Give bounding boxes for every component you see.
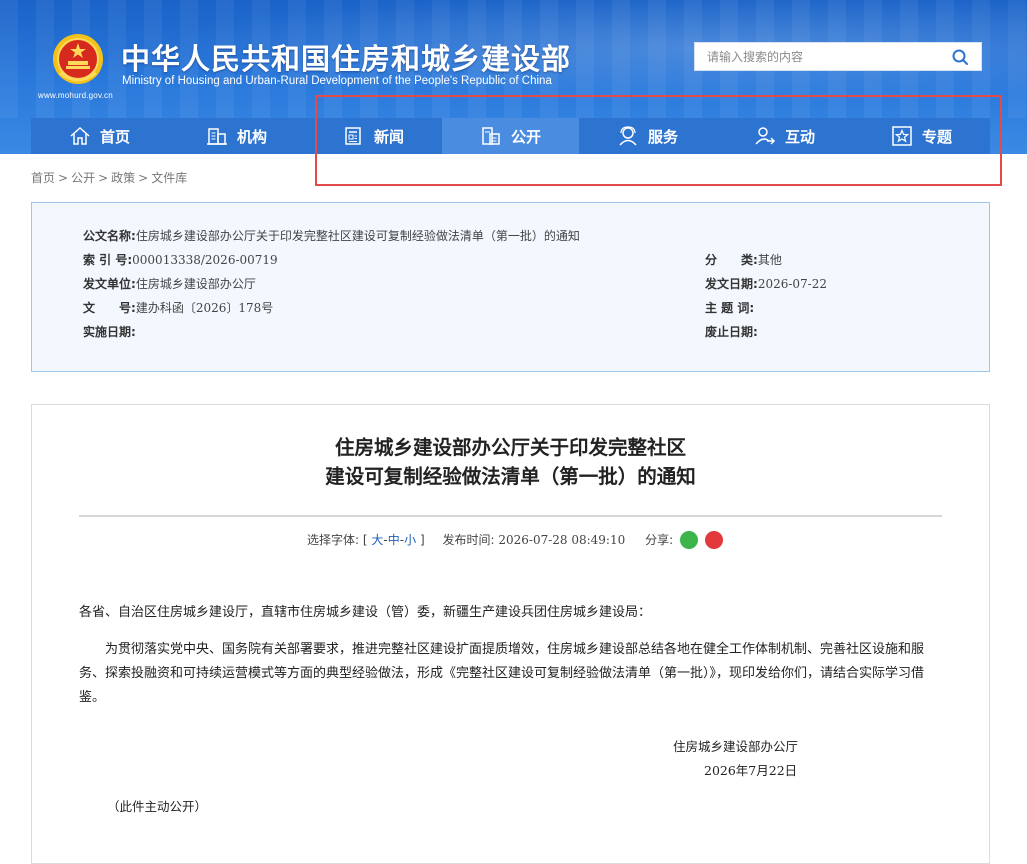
nav-item-label: 首页 <box>99 127 130 146</box>
article-title: 住房城乡建设部办公厅关于印发完整社区 建设可复制经验做法清单（第一批）的通知 <box>32 433 989 491</box>
breadcrumb-policy[interactable]: 政策 <box>111 171 135 185</box>
font-small-button[interactable]: 小 <box>404 533 416 547</box>
article-title-line: 住房城乡建设部办公厅关于印发完整社区 <box>334 436 686 459</box>
site-title: 中华人民共和国住房和城乡建设部 <box>121 42 572 76</box>
star-icon <box>892 126 912 146</box>
font-size-selector: [ 大-中-小 ] <box>363 533 425 547</box>
meta-value: 000013338/2026-00719 <box>132 253 278 267</box>
breadcrumb-disclosure[interactable]: 公开 <box>71 171 95 185</box>
search-icon[interactable] <box>951 48 969 66</box>
meta-index: 索 引 号:000013338/2026-00719 <box>83 251 278 268</box>
nav-item-label: 互动 <box>784 127 815 146</box>
nav-item-topics[interactable]: 专题 <box>853 118 990 154</box>
article-sign-date: 2026年7月22日 <box>704 763 798 778</box>
article: 住房城乡建设部办公厅关于印发完整社区 建设可复制经验做法清单（第一批）的通知 选… <box>31 404 990 864</box>
font-bracket: [ <box>362 533 368 547</box>
nav-item-label: 新闻 <box>373 127 404 146</box>
meta-keywords: 主 题 词: <box>705 299 754 316</box>
article-toolbar: 选择字体: [ 大-中-小 ] 发布时间: 2026-07-28 08:49:1… <box>307 530 723 550</box>
news-icon <box>345 127 361 145</box>
font-bracket: ] <box>419 533 425 547</box>
share-label: 分享: <box>645 533 674 547</box>
font-size-label: 选择字体: <box>307 533 360 547</box>
site-subtitle: Ministry of Housing and Urban-Rural Deve… <box>122 75 552 87</box>
meta-value: 住房城乡建设部办公厅关于印发完整社区建设可复制经验做法清单（第一批）的通知 <box>135 229 580 243</box>
font-large-button[interactable]: 大 <box>371 533 383 547</box>
meta-value: 住房城乡建设部办公厅 <box>135 277 256 291</box>
search-box <box>694 42 982 71</box>
meta-date: 发文日期:2026-07-22 <box>705 275 827 292</box>
article-body: 为贯彻落实党中央、国务院有关部署要求，推进完整社区建设扩面提质增效，住房城乡建设… <box>79 642 925 705</box>
article-recipients: 各省、自治区住房城乡建设厅，直辖市住房城乡建设（管）委，新疆生产建设兵团住房城乡… <box>79 605 652 620</box>
meta-value: 建办科函〔2026〕178号 <box>135 301 274 315</box>
meta-value: 2026-07-22 <box>757 277 827 291</box>
service-icon <box>619 126 637 146</box>
main-nav: 首页 机构 新闻 公开 服务 互动 专题 <box>31 118 990 154</box>
meta-label: 实施日期: <box>83 325 136 339</box>
breadcrumb-library[interactable]: 文件库 <box>151 171 187 185</box>
nav-item-label: 专题 <box>921 127 952 146</box>
meta-label: 公文名称: <box>83 229 136 243</box>
meta-issuer: 发文单位:住房城乡建设部办公厅 <box>83 275 256 292</box>
breadcrumb-home[interactable]: 首页 <box>31 171 55 185</box>
meta-label: 发文日期: <box>705 277 758 291</box>
title-divider <box>79 515 942 517</box>
meta-effective: 实施日期: <box>83 323 136 340</box>
meta-label: 索 引 号: <box>83 253 133 267</box>
national-emblem-icon <box>53 34 103 84</box>
meta-label: 发文单位: <box>83 277 136 291</box>
article-note: （此件主动公开） <box>107 799 208 814</box>
search-input[interactable] <box>695 43 940 70</box>
breadcrumb-separator: > <box>98 171 109 185</box>
meta-label: 主 题 词: <box>705 301 755 315</box>
publish-label: 发布时间: <box>442 533 495 547</box>
nav-item-label: 公开 <box>510 127 541 146</box>
nav-item-organization[interactable]: 机构 <box>168 118 305 154</box>
wechat-share-icon[interactable] <box>679 530 698 549</box>
building-icon <box>206 128 227 145</box>
home-icon <box>70 126 90 145</box>
meta-value: 其他 <box>757 253 782 267</box>
meta-label: 分 类: <box>705 253 758 267</box>
publish-time: 2026-07-28 08:49:10 <box>498 533 626 547</box>
nav-item-interaction[interactable]: 互动 <box>716 118 853 154</box>
meta-category: 分 类:其他 <box>705 251 782 268</box>
meta-title: 公文名称:住房城乡建设部办公厅关于印发完整社区建设可复制经验做法清单（第一批）的… <box>83 227 580 244</box>
site-header: www.mohurd.gov.cn 中华人民共和国住房和城乡建设部 Minist… <box>0 0 1027 154</box>
nav-item-label: 机构 <box>236 127 267 146</box>
nav-item-service[interactable]: 服务 <box>579 118 716 154</box>
breadcrumb-separator: > <box>138 171 149 185</box>
meta-label: 废止日期: <box>705 325 758 339</box>
breadcrumb-separator: > <box>58 171 69 185</box>
document-meta: 公文名称:住房城乡建设部办公厅关于印发完整社区建设可复制经验做法清单（第一批）的… <box>31 202 990 372</box>
article-signer: 住房城乡建设部办公厅 <box>673 739 799 754</box>
nav-item-home[interactable]: 首页 <box>31 118 168 154</box>
meta-docno: 文 号:建办科函〔2026〕178号 <box>83 299 273 316</box>
font-medium-button[interactable]: 中 <box>388 533 400 547</box>
article-title-line: 建设可复制经验做法清单（第一批）的通知 <box>325 465 696 488</box>
breadcrumb: 首页 > 公开 > 政策 > 文件库 <box>31 169 187 186</box>
meta-expiry: 废止日期: <box>705 323 758 340</box>
meta-label: 文 号: <box>83 301 136 315</box>
weibo-share-icon[interactable] <box>704 530 723 549</box>
interaction-icon <box>755 127 776 145</box>
site-url: www.mohurd.gov.cn <box>38 91 113 100</box>
nav-item-label: 服务 <box>647 127 678 146</box>
nav-item-disclosure[interactable]: 公开 <box>442 118 579 154</box>
nav-item-news[interactable]: 新闻 <box>305 118 442 154</box>
disclosure-icon <box>482 127 500 145</box>
